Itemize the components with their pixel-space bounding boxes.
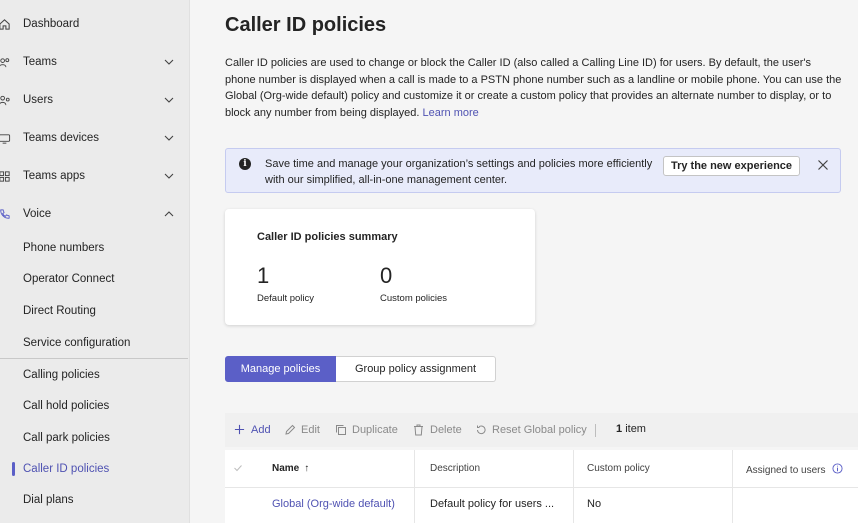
duplicate-label: Duplicate (352, 423, 398, 436)
edit-label: Edit (301, 423, 320, 436)
chevron-down-icon[interactable] (163, 56, 175, 68)
default-policy-count: 1 (257, 263, 270, 288)
teams-icon (0, 55, 11, 69)
page-title: Caller ID policies (225, 14, 387, 36)
banner-text: Save time and manage your organization’s… (265, 158, 653, 186)
policy-toolbar: Add Edit Duplicate Delete Reset Global p… (225, 413, 858, 447)
select-all-checkbox[interactable] (233, 463, 243, 473)
nav-subitem-calling-policies[interactable]: Calling policies (23, 369, 100, 381)
home-icon (0, 17, 11, 31)
tab-group-policy-assignment[interactable]: Group policy assignment (336, 356, 496, 382)
page-description: Caller ID policies are used to change or… (225, 55, 843, 121)
reset-label: Reset Global policy (492, 423, 587, 436)
chevron-down-icon[interactable] (163, 94, 175, 106)
nav-label: Teams devices (23, 132, 100, 144)
pencil-icon (283, 423, 296, 436)
item-count: 1 item (616, 423, 646, 435)
description-text: Caller ID policies are used to change or… (225, 57, 842, 119)
policy-name-link[interactable]: Global (Org-wide default) (272, 498, 395, 510)
nav-label: Voice (23, 208, 52, 220)
policy-description-cell: Default policy for users ... (430, 498, 555, 510)
sort-arrow-icon: ↑ (304, 463, 310, 474)
table-row-divider (225, 487, 858, 488)
nav-subitem-direct-routing[interactable]: Direct Routing (23, 305, 96, 317)
add-button[interactable]: Add (233, 423, 271, 436)
column-header-description[interactable]: Description (430, 463, 480, 474)
copy-icon (334, 423, 347, 436)
nav-item-teams-apps[interactable]: Teams apps (0, 161, 190, 191)
devices-icon (0, 131, 11, 145)
custom-policies-label: Custom policies (380, 293, 448, 304)
trash-icon (412, 423, 425, 436)
assigned-header-label: Assigned to users (746, 464, 826, 476)
nav-subitem-operator-connect[interactable]: Operator Connect (23, 273, 114, 285)
active-indicator (12, 462, 15, 476)
nav-item-teams[interactable]: Teams (0, 47, 190, 77)
left-navigation: Dashboard Teams Users Teams devices Team… (0, 0, 190, 523)
item-count-label: item (625, 423, 646, 435)
nav-divider (0, 358, 188, 359)
chevron-down-icon[interactable] (163, 132, 175, 144)
try-new-experience-button[interactable]: Try the new experience (663, 156, 800, 176)
nav-subitem-call-hold-policies[interactable]: Call hold policies (23, 400, 109, 412)
policy-tabs: Manage policies Group policy assignment (225, 356, 496, 382)
column-header-custom-policy[interactable]: Custom policy (587, 463, 650, 474)
chevron-down-icon[interactable] (163, 170, 175, 182)
nav-subitem-dial-plans[interactable]: Dial plans (23, 494, 74, 506)
edit-button[interactable]: Edit (283, 423, 320, 436)
delete-label: Delete (430, 423, 462, 436)
duplicate-button[interactable]: Duplicate (334, 423, 398, 436)
info-icon[interactable] (831, 463, 843, 477)
item-count-number: 1 (616, 423, 623, 435)
policies-table: Name ↑ Description Custom policy Assigne… (225, 450, 858, 523)
default-policy-label: Default policy (257, 293, 315, 304)
nav-label: Dashboard (23, 18, 80, 30)
close-icon[interactable] (816, 158, 830, 172)
nav-label: Teams (23, 56, 57, 68)
nav-subitem-phone-numbers[interactable]: Phone numbers (23, 242, 104, 254)
info-icon: i (239, 158, 251, 170)
users-icon (0, 93, 11, 107)
toolbar-separator (595, 424, 596, 437)
column-header-name[interactable]: Name ↑ (272, 463, 309, 474)
plus-icon (233, 423, 246, 436)
chevron-up-icon[interactable] (163, 208, 175, 220)
main-content: Caller ID policies Caller ID policies ar… (190, 0, 858, 523)
custom-policies-count: 0 (380, 263, 393, 288)
nav-item-dashboard[interactable]: Dashboard (0, 9, 190, 39)
nav-subitem-service-configuration[interactable]: Service configuration (23, 337, 130, 349)
reset-global-policy-button[interactable]: Reset Global policy (474, 423, 587, 436)
custom-policy-cell: No (587, 498, 602, 510)
nav-subitem-call-park-policies[interactable]: Call park policies (23, 432, 110, 444)
learn-more-link[interactable]: Learn more (423, 107, 479, 119)
nav-item-voice[interactable]: Voice (0, 199, 190, 229)
tab-manage-policies[interactable]: Manage policies (225, 356, 336, 382)
nav-label: Teams apps (23, 170, 86, 182)
nav-label: Users (23, 94, 54, 106)
column-header-assigned-to-users[interactable]: Assigned to users (746, 463, 843, 477)
add-label: Add (251, 423, 271, 436)
phone-icon (0, 207, 11, 221)
summary-title: Caller ID policies summary (257, 231, 398, 243)
name-header-label: Name (272, 463, 300, 474)
nav-subitem-caller-id-policies[interactable]: Caller ID policies (23, 463, 109, 475)
delete-button[interactable]: Delete (412, 423, 462, 436)
reset-icon (474, 423, 487, 436)
nav-item-teams-devices[interactable]: Teams devices (0, 123, 190, 153)
apps-icon (0, 169, 11, 183)
new-experience-banner: i Save time and manage your organization… (225, 148, 841, 193)
nav-item-users[interactable]: Users (0, 85, 190, 115)
policies-summary-card: Caller ID policies summary 1 Default pol… (225, 209, 535, 325)
